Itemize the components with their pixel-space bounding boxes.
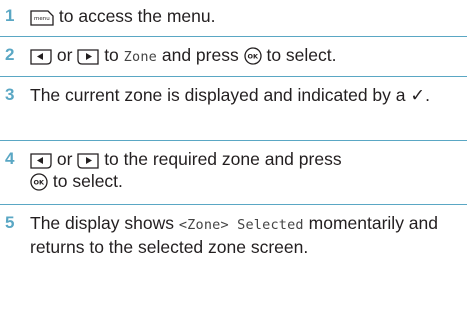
display-text: Zone xyxy=(123,49,157,65)
step-text: to select. xyxy=(266,45,337,65)
step-text: to access the menu. xyxy=(58,6,216,26)
step-number: 5 xyxy=(5,213,15,232)
step-text: to xyxy=(104,45,119,65)
step-text: The current zone is displayed and indica… xyxy=(30,85,406,105)
step-number: 1 xyxy=(5,6,15,25)
step-1: 1 menu to access the menu. xyxy=(0,5,467,29)
left-arrow-key-icon xyxy=(30,49,52,65)
ok-key-icon: OK xyxy=(243,47,262,65)
right-arrow-key-icon xyxy=(77,49,99,65)
step-text: to the required zone and press xyxy=(104,149,342,169)
step-text: to select. xyxy=(52,171,123,191)
ok-key-icon: OK xyxy=(30,173,48,191)
svg-text:menu: menu xyxy=(34,16,50,22)
step-text: or xyxy=(56,45,73,65)
step-text: and press xyxy=(161,45,239,65)
svg-text:OK: OK xyxy=(34,179,46,187)
divider xyxy=(0,140,467,141)
step-4: 4 or to the required zone and press OK t… xyxy=(0,148,467,196)
step-number: 2 xyxy=(5,45,15,64)
step-number: 3 xyxy=(5,85,15,104)
step-text: . xyxy=(425,85,430,105)
divider xyxy=(0,36,467,37)
step-text: or xyxy=(56,149,73,169)
divider xyxy=(0,76,467,77)
svg-text:OK: OK xyxy=(247,53,259,61)
divider xyxy=(0,204,467,205)
menu-key-icon: menu xyxy=(30,10,54,26)
right-arrow-key-icon xyxy=(77,153,99,169)
step-2: 2 or to Zone and press OK to select. xyxy=(0,44,467,68)
step-number: 4 xyxy=(5,149,15,168)
checkmark-icon: ✓ xyxy=(410,85,426,105)
instruction-steps: 1 menu to access the menu. 2 or to Zone … xyxy=(0,0,467,310)
display-text: <Zone> Selected xyxy=(178,217,304,233)
step-text: The display shows xyxy=(30,213,174,233)
step-3: 3 The current zone is displayed and indi… xyxy=(0,84,467,132)
step-5: 5 The display shows <Zone> Selected mome… xyxy=(0,212,467,308)
left-arrow-key-icon xyxy=(30,153,52,169)
